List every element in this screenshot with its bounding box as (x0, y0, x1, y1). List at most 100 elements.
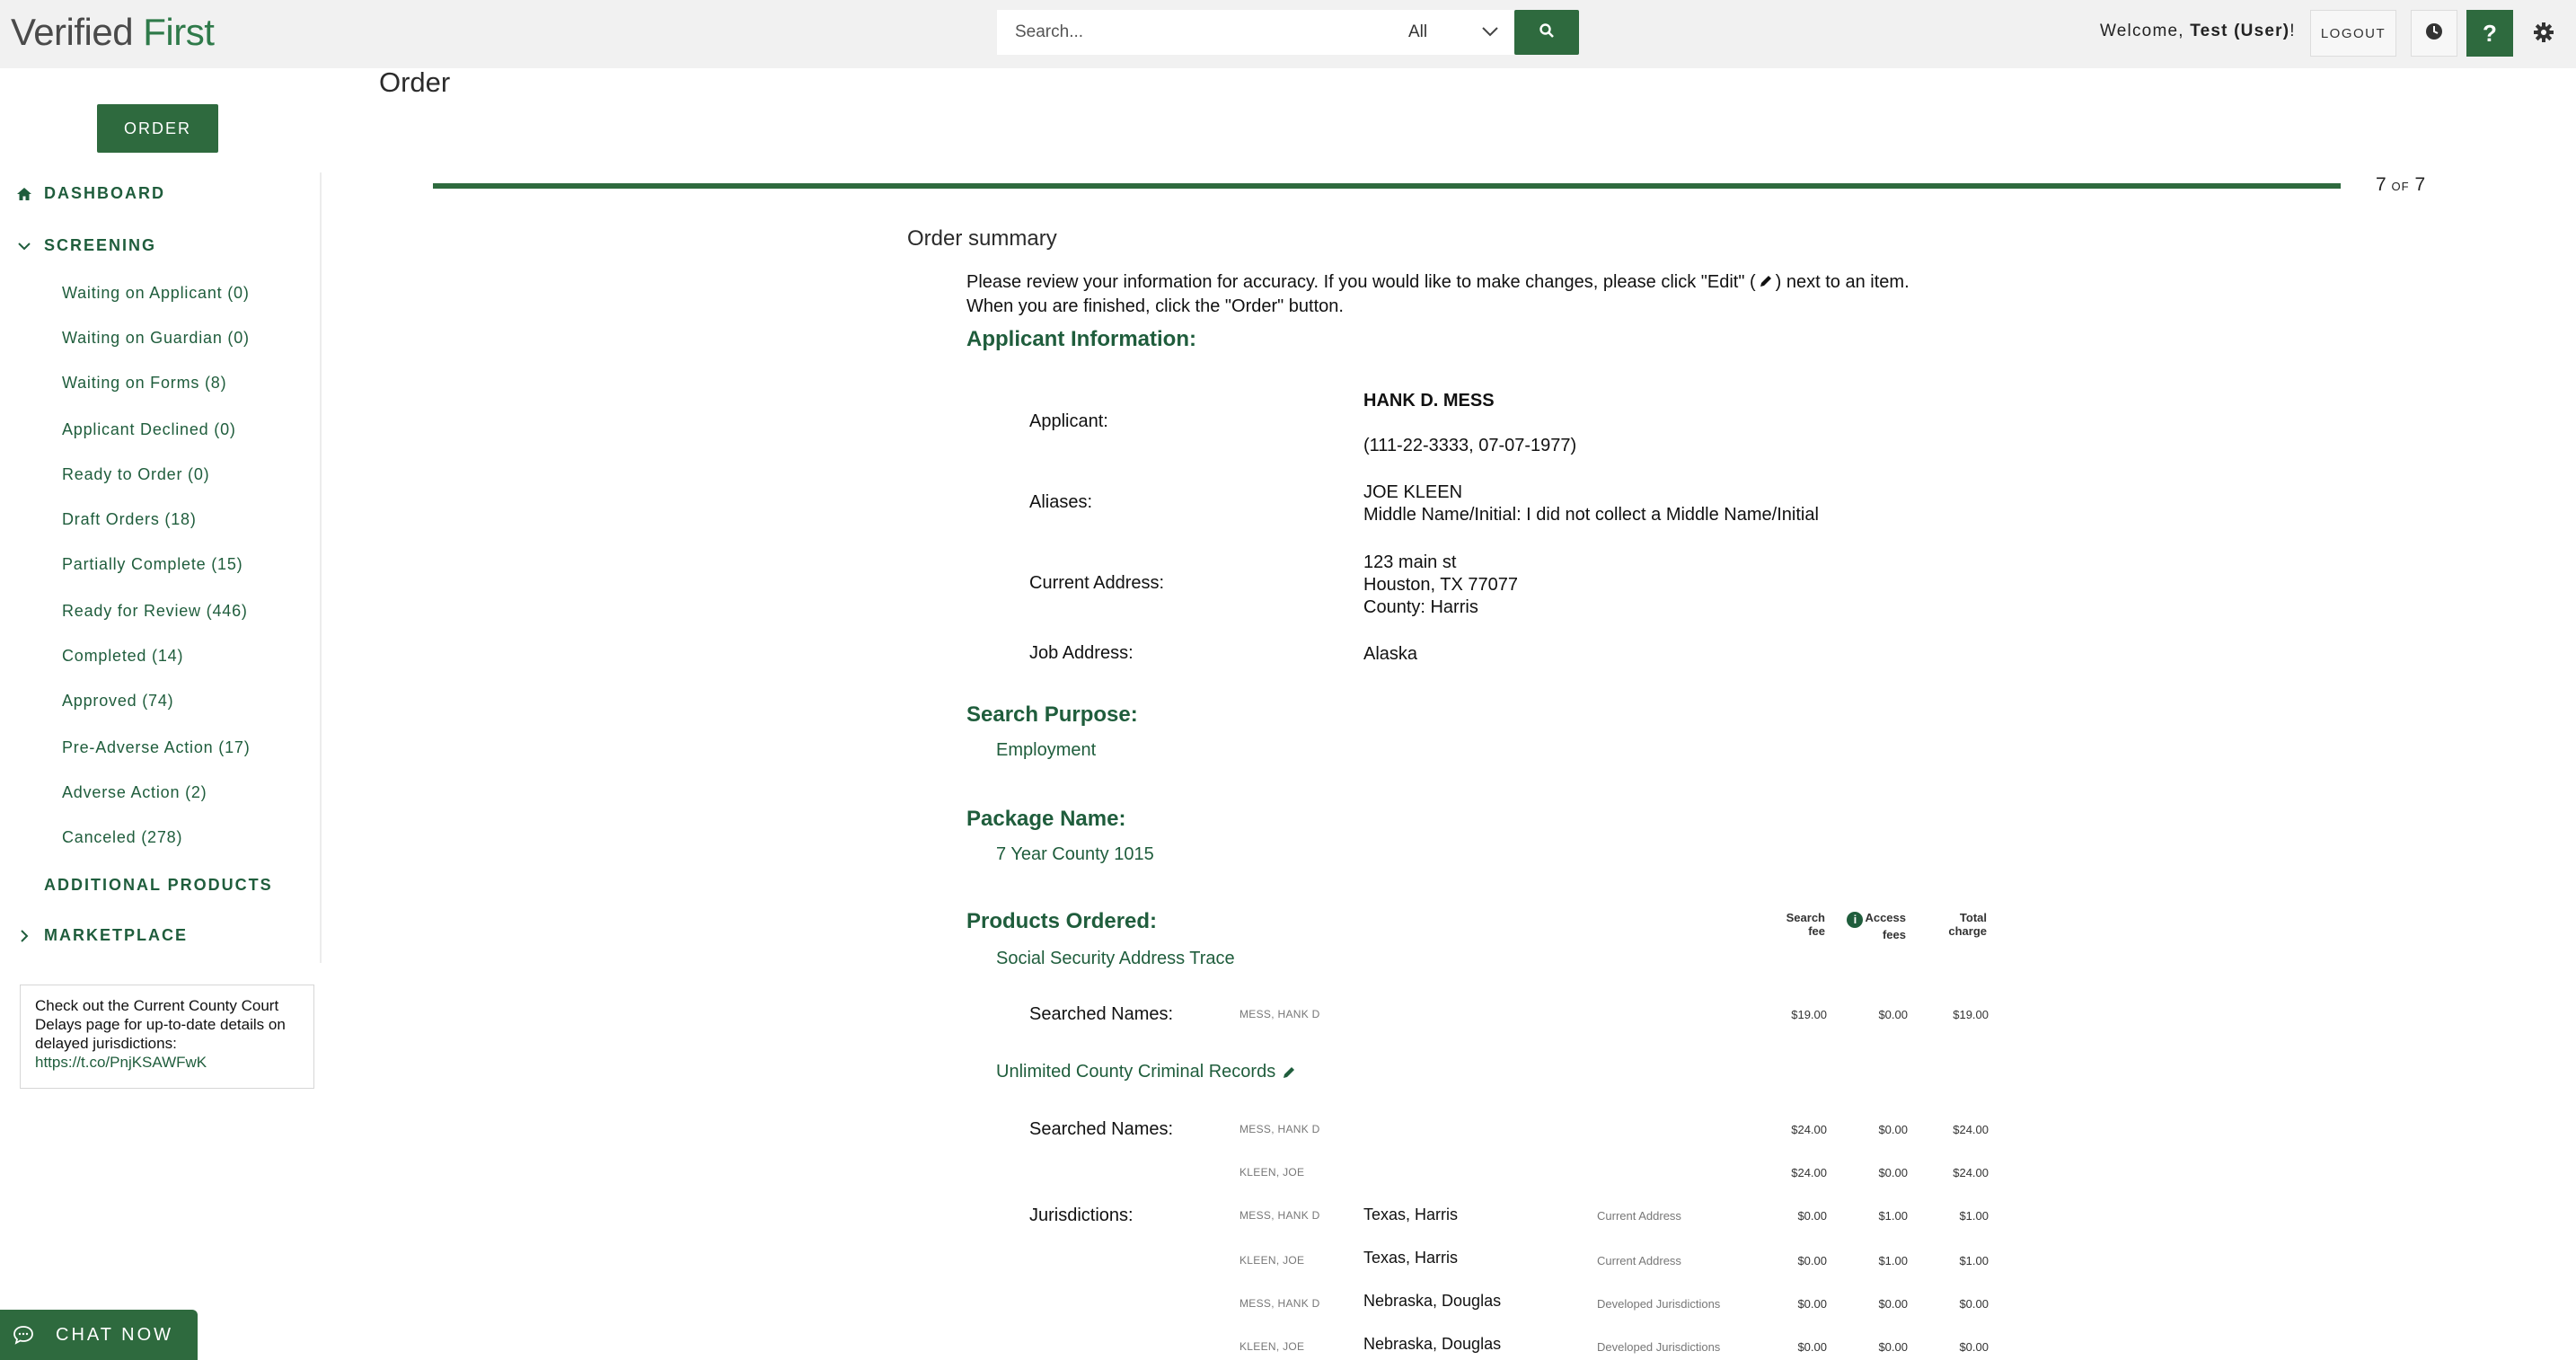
aliases-value: JOE KLEEN Middle Name/Initial: I did not… (1363, 481, 1819, 526)
sidebar-item-waiting-on-forms[interactable]: Waiting on Forms (8) (62, 374, 226, 393)
help-icon: ? (2483, 19, 2497, 47)
search-fee-value: $0.00 (1797, 1209, 1827, 1223)
current-address-label: Current Address: (1029, 573, 1165, 593)
search-fee-header-2: fee (1808, 924, 1825, 938)
sidebar-item-approved[interactable]: Approved (74) (62, 692, 173, 711)
sidebar-item-ready-to-order[interactable]: Ready to Order (0) (62, 465, 209, 484)
search-fee-value: $24.00 (1791, 1123, 1827, 1136)
jurisdiction-value: Nebraska, Douglas (1363, 1292, 1502, 1310)
order-button[interactable]: ORDER (97, 104, 218, 153)
top-bar: Verified First Search... All Welcome, Te… (0, 0, 2576, 68)
access-fee-value: $0.00 (1878, 1123, 1908, 1136)
logout-button[interactable]: LOGOUT (2310, 10, 2396, 57)
access-fee-value: $1.00 (1878, 1209, 1908, 1223)
step-current: 7 (2376, 174, 2386, 195)
total-charge-value: $19.00 (1953, 1008, 1989, 1021)
jurisdiction-type: Developed Jurisdictions (1597, 1340, 1721, 1354)
applicant-name: HANK D. MESS (1363, 391, 1495, 411)
chevron-right-icon (14, 929, 34, 943)
order-progress-bar (433, 183, 2341, 189)
instructions-line1-end: ) next to an item. (1775, 272, 1910, 292)
sidebar-item-ready-for-review[interactable]: Ready for Review (446) (62, 602, 248, 621)
product-name-text: Unlimited County Criminal Records (996, 1062, 1276, 1082)
sidebar-item-waiting-on-applicant[interactable]: Waiting on Applicant (0) (62, 284, 250, 303)
verified-first-logo[interactable]: Verified First (11, 11, 215, 54)
edit-pencil-icon[interactable] (1281, 1064, 1297, 1081)
sidebar-item-pre-adverse-action[interactable]: Pre-Adverse Action (17) (62, 738, 250, 757)
chat-now-label: CHAT NOW (56, 1324, 174, 1345)
notice-text: Check out the Current County Court Delay… (35, 997, 286, 1052)
welcome-user: Test (User) (2190, 22, 2290, 40)
search-purpose-heading: Search Purpose: (966, 702, 1138, 727)
review-instructions: Please review your information for accur… (966, 271, 1910, 318)
jurisdiction-searched-name: MESS, HANK D (1239, 1297, 1320, 1310)
total-charge-value: $0.00 (1959, 1340, 1989, 1354)
total-charge-header-1: Total (1959, 911, 1987, 924)
sidebar-item-screening[interactable]: SCREENING (14, 236, 156, 255)
search-fee-value: $0.00 (1797, 1254, 1827, 1267)
product-name-text: Social Security Address Trace (996, 949, 1235, 968)
sidebar-item-label: SCREENING (44, 236, 157, 254)
applicant-label: Applicant: (1029, 411, 1108, 431)
pencil-icon (1758, 273, 1774, 296)
search-placeholder: Search... (1015, 22, 1084, 41)
access-fee-value: $0.00 (1878, 1166, 1908, 1179)
search-purpose-value: Employment (996, 740, 1097, 760)
current-address-value: 123 main st Houston, TX 77077 County: Ha… (1363, 552, 1518, 619)
product-ssn-trace-name: Social Security Address Trace (996, 949, 1235, 969)
notice-link[interactable]: https://t.co/PnjKSAWFwK (35, 1054, 207, 1071)
sidebar-item-adverse-action[interactable]: Adverse Action (2) (62, 783, 207, 802)
info-icon[interactable]: i (1847, 912, 1864, 928)
sidebar-item-canceled[interactable]: Canceled (278) (62, 828, 182, 847)
chat-bubble-icon (13, 1325, 34, 1345)
home-icon (14, 187, 34, 201)
chat-now-button[interactable]: CHAT NOW (0, 1310, 198, 1360)
search-fee-value: $24.00 (1791, 1166, 1827, 1179)
jurisdiction-searched-name: KLEEN, JOE (1239, 1254, 1305, 1267)
sidebar-item-label: ADDITIONAL PRODUCTS (44, 876, 273, 894)
welcome-message: Welcome, Test (User)! (2100, 22, 2296, 41)
access-fees-header-1: Access (1865, 911, 1906, 924)
sidebar-item-completed[interactable]: Completed (14) (62, 647, 183, 666)
history-button[interactable] (2411, 10, 2457, 57)
search-input[interactable]: Search... (997, 10, 1338, 55)
package-name-heading: Package Name: (966, 807, 1126, 831)
search-scope-value: All (1408, 22, 1428, 41)
product-county-criminal-name: Unlimited County Criminal Records (996, 1062, 1297, 1082)
chevron-down-icon (1480, 22, 1500, 47)
access-fee-value: $0.00 (1878, 1008, 1908, 1021)
sidebar-divider (320, 172, 322, 963)
sidebar-item-additional-products[interactable]: ADDITIONAL PRODUCTS (44, 876, 273, 895)
search-button[interactable] (1514, 10, 1579, 55)
sidebar-item-dashboard[interactable]: DASHBOARD (14, 184, 165, 203)
job-address-label: Job Address: (1029, 643, 1134, 663)
step-total: 7 (2414, 174, 2426, 195)
address-line2: Houston, TX 77077 (1363, 575, 1518, 595)
jurisdiction-searched-name: KLEEN, JOE (1239, 1340, 1305, 1353)
step-of: OF (2391, 180, 2410, 193)
sidebar-item-waiting-on-guardian[interactable]: Waiting on Guardian (0) (62, 329, 250, 348)
sidebar-item-label: DASHBOARD (44, 184, 165, 202)
sidebar-item-label: MARKETPLACE (44, 926, 188, 944)
settings-button[interactable] (2526, 16, 2562, 52)
total-charge-header-2: charge (1948, 924, 1987, 938)
alias-name: JOE KLEEN (1363, 482, 1463, 502)
sidebar-item-draft-orders[interactable]: Draft Orders (18) (62, 510, 197, 529)
total-charge-value: $1.00 (1959, 1254, 1989, 1267)
sidebar-item-marketplace[interactable]: MARKETPLACE (14, 926, 188, 945)
access-fee-value: $1.00 (1878, 1254, 1908, 1267)
searched-names-label: Searched Names: (1029, 1119, 1174, 1139)
total-charge-value: $0.00 (1959, 1297, 1989, 1311)
access-fees-header: i Access fees (1825, 911, 1906, 941)
help-button[interactable]: ? (2466, 10, 2513, 57)
total-charge-value: $24.00 (1953, 1123, 1989, 1136)
aliases-label: Aliases: (1029, 492, 1093, 512)
sidebar-item-partially-complete[interactable]: Partially Complete (15) (62, 555, 243, 574)
instructions-line2: When you are finished, click the "Order"… (966, 296, 1344, 316)
jurisdictions-label: Jurisdictions: (1029, 1205, 1134, 1225)
search-scope-select[interactable]: All (1338, 10, 1514, 55)
order-summary-heading: Order summary (907, 226, 1057, 251)
access-fee-value: $0.00 (1878, 1340, 1908, 1354)
total-charge-header: Total charge (1906, 911, 1987, 938)
sidebar-item-applicant-declined[interactable]: Applicant Declined (0) (62, 420, 236, 439)
